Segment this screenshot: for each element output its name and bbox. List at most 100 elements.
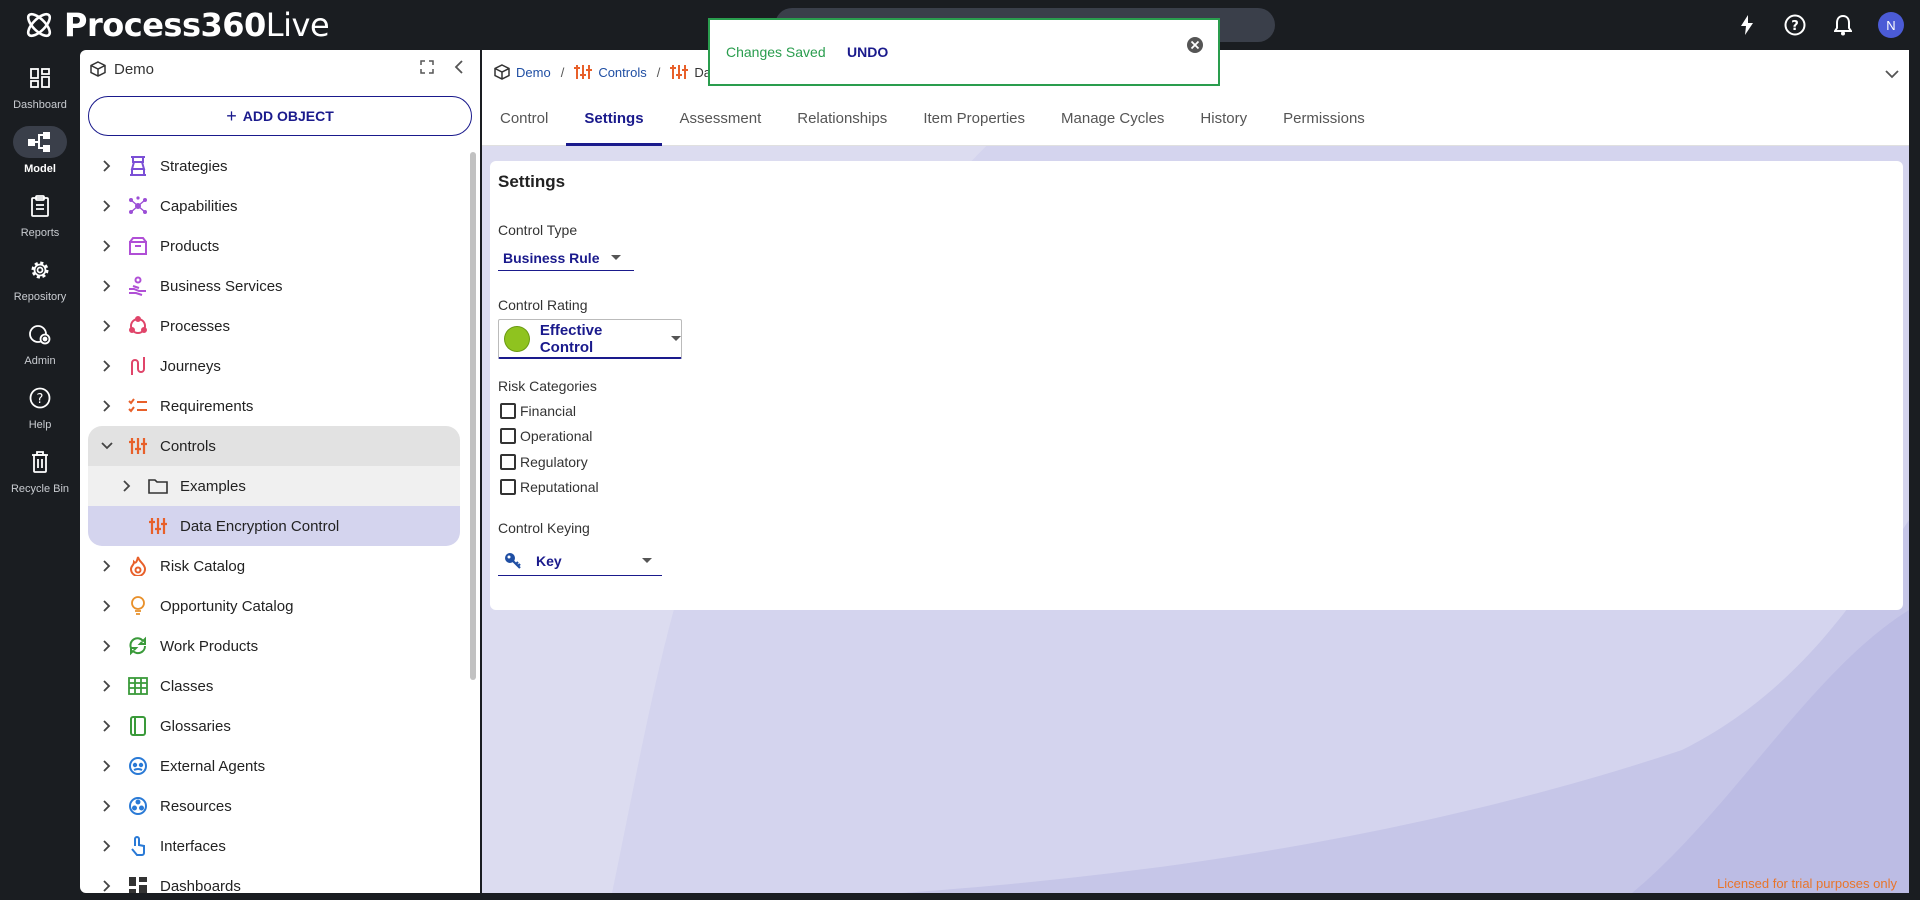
chevron-right-icon[interactable] — [100, 760, 114, 772]
avatar[interactable]: N — [1878, 12, 1904, 38]
tree-item-risk-catalog[interactable]: Risk Catalog — [88, 546, 460, 586]
tab-settings[interactable]: Settings — [566, 98, 662, 146]
undo-button[interactable]: UNDO — [847, 44, 888, 60]
controls-icon — [670, 65, 689, 79]
left-rail: Dashboard Model Reports Repository Admin… — [0, 50, 80, 900]
tab-item-properties[interactable]: Item Properties — [905, 98, 1043, 146]
control-keying-select[interactable]: Key — [498, 546, 662, 576]
app-logo[interactable]: Process360Live — [22, 6, 330, 44]
tree-item-external-agents[interactable]: External Agents — [88, 746, 460, 786]
tree-item-label: Work Products — [160, 637, 259, 655]
checkbox[interactable] — [500, 403, 516, 419]
rail-item-model[interactable]: Model — [0, 126, 80, 186]
tree-item-dashboards[interactable]: Dashboards — [88, 866, 460, 893]
checkbox-financial[interactable]: Financial — [500, 403, 576, 419]
tree-item-products[interactable]: Products — [88, 226, 460, 266]
tree-item-opportunity-catalog[interactable]: Opportunity Catalog — [88, 586, 460, 626]
lightbulb-icon — [126, 594, 150, 618]
chevron-right-icon[interactable] — [100, 200, 114, 212]
chevron-right-icon[interactable] — [120, 480, 134, 492]
checkbox-label: Reputational — [520, 479, 599, 495]
checkbox-reputational[interactable]: Reputational — [500, 479, 599, 495]
breadcrumb-controls[interactable]: Controls — [598, 65, 646, 80]
help-icon: ? — [13, 382, 67, 414]
tree-item-work-products[interactable]: Work Products — [88, 626, 460, 666]
chevron-right-icon[interactable] — [100, 680, 114, 692]
checkbox[interactable] — [500, 479, 516, 495]
rail-item-help[interactable]: ? Help — [0, 382, 80, 442]
tab-manage-cycles[interactable]: Manage Cycles — [1043, 98, 1182, 146]
help-icon[interactable]: ? — [1782, 12, 1808, 38]
tab-permissions[interactable]: Permissions — [1265, 98, 1383, 146]
chevron-right-icon[interactable] — [100, 600, 114, 612]
tree-item-label: Controls — [160, 437, 216, 455]
chevron-right-icon[interactable] — [100, 240, 114, 252]
control-rating-select[interactable]: Effective Control — [498, 319, 682, 359]
tree-item-resources[interactable]: Resources — [88, 786, 460, 826]
tree-item-requirements[interactable]: Requirements — [88, 386, 460, 426]
interfaces-icon — [126, 834, 150, 858]
tree-item-journeys[interactable]: Journeys — [88, 346, 460, 386]
tree-item-controls[interactable]: Controls — [88, 426, 460, 466]
tab-relationships[interactable]: Relationships — [779, 98, 905, 146]
external-agents-icon — [126, 754, 150, 778]
rail-item-admin[interactable]: Admin — [0, 318, 80, 378]
business-services-icon — [126, 274, 150, 298]
lightning-icon[interactable] — [1734, 12, 1760, 38]
chevron-right-icon[interactable] — [100, 800, 114, 812]
tree-item-examples[interactable]: Examples — [88, 466, 460, 506]
chevron-right-icon[interactable] — [100, 560, 114, 572]
chevron-right-icon[interactable] — [100, 280, 114, 292]
close-icon[interactable] — [1186, 36, 1204, 59]
chevron-down-icon[interactable] — [100, 442, 114, 450]
tab-history[interactable]: History — [1182, 98, 1265, 146]
breadcrumb-demo[interactable]: Demo — [516, 65, 551, 80]
tree-item-capabilities[interactable]: Capabilities — [88, 186, 460, 226]
control-type-select[interactable]: Business Rule — [498, 245, 634, 271]
rail-label: Repository — [13, 291, 67, 303]
chevron-right-icon[interactable] — [100, 360, 114, 372]
dashboard-icon — [13, 62, 67, 94]
add-object-button[interactable]: + ADD OBJECT — [88, 96, 472, 136]
tree-item-label: Capabilities — [160, 197, 238, 215]
processes-icon — [126, 314, 150, 338]
tree-item-strategies[interactable]: Strategies — [88, 146, 460, 186]
rail-label: Reports — [20, 227, 60, 239]
collapse-panel-icon[interactable] — [454, 60, 464, 79]
chevron-right-icon[interactable] — [100, 840, 114, 852]
tree-item-label: Requirements — [160, 397, 254, 415]
gear-icon — [13, 254, 67, 286]
chevron-right-icon[interactable] — [100, 640, 114, 652]
checkbox-regulatory[interactable]: Regulatory — [500, 454, 588, 470]
tree-item-label: Glossaries — [160, 717, 231, 735]
chevron-down-icon[interactable] — [1885, 66, 1899, 84]
tree-item-processes[interactable]: Processes — [88, 306, 460, 346]
tree-item-data-encryption-control[interactable]: Data Encryption Control — [88, 506, 460, 546]
tree-item-classes[interactable]: Classes — [88, 666, 460, 706]
chevron-right-icon[interactable] — [100, 160, 114, 172]
chevron-right-icon[interactable] — [100, 320, 114, 332]
checkbox-operational[interactable]: Operational — [500, 428, 592, 444]
tree-item-business-services[interactable]: Business Services — [88, 266, 460, 306]
toast-notification: Changes Saved UNDO — [708, 18, 1220, 86]
chevron-right-icon[interactable] — [100, 880, 114, 892]
tree-scrollbar[interactable] — [470, 152, 476, 680]
tree-item-label: Resources — [160, 797, 232, 815]
checkbox[interactable] — [500, 454, 516, 470]
chevron-right-icon[interactable] — [100, 400, 114, 412]
work-products-icon — [126, 634, 150, 658]
bell-icon[interactable] — [1830, 12, 1856, 38]
tree-item-glossaries[interactable]: Glossaries — [88, 706, 460, 746]
checkbox[interactable] — [500, 428, 516, 444]
rail-item-repository[interactable]: Repository — [0, 254, 80, 314]
chevron-right-icon[interactable] — [100, 720, 114, 732]
tree-item-interfaces[interactable]: Interfaces — [88, 826, 460, 866]
rail-item-dashboard[interactable]: Dashboard — [0, 62, 80, 122]
caret-down-icon — [611, 255, 622, 260]
classes-icon — [126, 674, 150, 698]
expand-icon[interactable] — [420, 60, 434, 79]
rail-item-reports[interactable]: Reports — [0, 190, 80, 250]
tab-assessment[interactable]: Assessment — [662, 98, 780, 146]
tab-control[interactable]: Control — [482, 98, 566, 146]
rail-item-recycle-bin[interactable]: Recycle Bin — [0, 446, 80, 506]
